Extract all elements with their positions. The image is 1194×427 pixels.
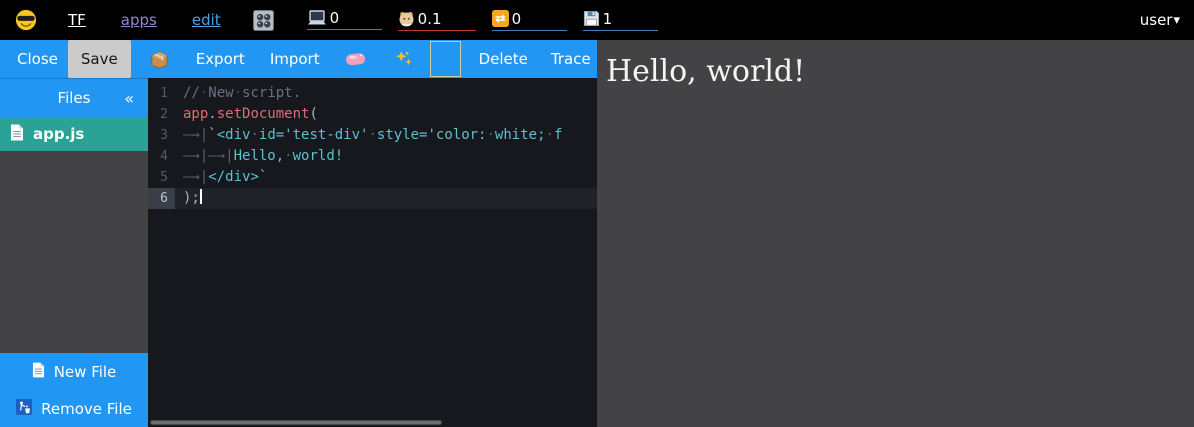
control-knobs-icon[interactable] (253, 10, 274, 31)
code-editor[interactable]: 1//·New·script.2app.setDocument(3—→|`<di… (148, 78, 597, 427)
remove-file-icon (16, 399, 32, 419)
line-number: 4 (148, 146, 175, 167)
remove-file-button[interactable]: Remove File (0, 390, 148, 427)
sunglasses-emoji-icon[interactable] (15, 9, 37, 31)
line-number: 3 (148, 125, 175, 146)
repeat-counter-field[interactable]: 0 (492, 10, 567, 31)
text-cursor (200, 189, 202, 204)
new-file-button[interactable]: New File (0, 353, 148, 390)
repeat-icon (492, 10, 509, 27)
laptop-counter-field[interactable]: 0 (307, 10, 382, 30)
line-number: 5 (148, 167, 175, 188)
soap-icon[interactable] (345, 40, 366, 78)
horizontal-scrollbar[interactable] (150, 420, 442, 425)
file-item-appjs[interactable]: app.js (0, 117, 148, 151)
delete-button[interactable]: Delete (479, 40, 528, 78)
chevron-down-icon: ▾ (1173, 13, 1180, 28)
repeat-counter-value: 0 (512, 11, 522, 27)
hamster-counter-value: 0.1 (418, 11, 442, 27)
code-line[interactable]: 2app.setDocument( (148, 104, 597, 125)
new-file-label: New File (54, 363, 117, 381)
empty-outline-button[interactable] (430, 41, 461, 77)
laptop-icon (307, 10, 327, 26)
remove-file-label: Remove File (41, 400, 132, 418)
files-sidebar: Files « app.js (0, 78, 148, 427)
laptop-counter-value: 0 (330, 10, 340, 26)
line-number: 2 (148, 104, 175, 125)
collapse-sidebar-icon[interactable]: « (124, 89, 134, 108)
floppy-counter-field[interactable]: 1 (583, 10, 658, 31)
trace-button[interactable]: Trace (551, 40, 591, 78)
floppy-icon (583, 10, 600, 27)
new-file-icon (32, 362, 45, 382)
code-line[interactable]: 3—→|`<div·id='test-div'·style='color:·wh… (148, 125, 597, 146)
sparkles-icon[interactable] (395, 40, 413, 78)
hamster-counter-field[interactable]: 0.1 (398, 10, 476, 31)
code-lines: 1//·New·script.2app.setDocument(3—→|`<di… (148, 83, 597, 209)
code-line[interactable]: 4—→|—→|Hello,·world! (148, 146, 597, 167)
files-header: Files « (0, 78, 148, 117)
import-button[interactable]: Import (270, 40, 320, 78)
export-button[interactable]: Export (196, 40, 245, 78)
package-icon[interactable] (150, 40, 169, 78)
user-menu[interactable]: user▾ (1140, 11, 1180, 29)
code-line[interactable]: 5—→|</div>` (148, 167, 597, 188)
line-number: 6 (148, 188, 175, 209)
editor-toolbar: Close Save Export Import Delete Trace (0, 40, 597, 78)
topbar-link-edit[interactable]: edit (192, 11, 221, 29)
code-line[interactable]: 6); (148, 188, 597, 209)
floppy-counter-value: 1 (603, 11, 613, 27)
file-item-label: app.js (33, 125, 84, 143)
file-document-icon (10, 124, 24, 145)
preview-text: Hello, world! (597, 40, 1194, 89)
top-bar: TF apps edit 0 (0, 0, 1194, 40)
code-line[interactable]: 1//·New·script. (148, 83, 597, 104)
preview-pane: Hello, world! (597, 40, 1194, 427)
topbar-link-apps[interactable]: apps (121, 11, 157, 29)
user-menu-label: user (1140, 11, 1173, 29)
save-button[interactable]: Save (68, 40, 131, 78)
line-number: 1 (148, 83, 175, 104)
topbar-link-tf[interactable]: TF (68, 11, 86, 29)
hamster-icon (398, 10, 415, 27)
close-button[interactable]: Close (17, 40, 58, 78)
sidebar-filler (0, 151, 148, 353)
